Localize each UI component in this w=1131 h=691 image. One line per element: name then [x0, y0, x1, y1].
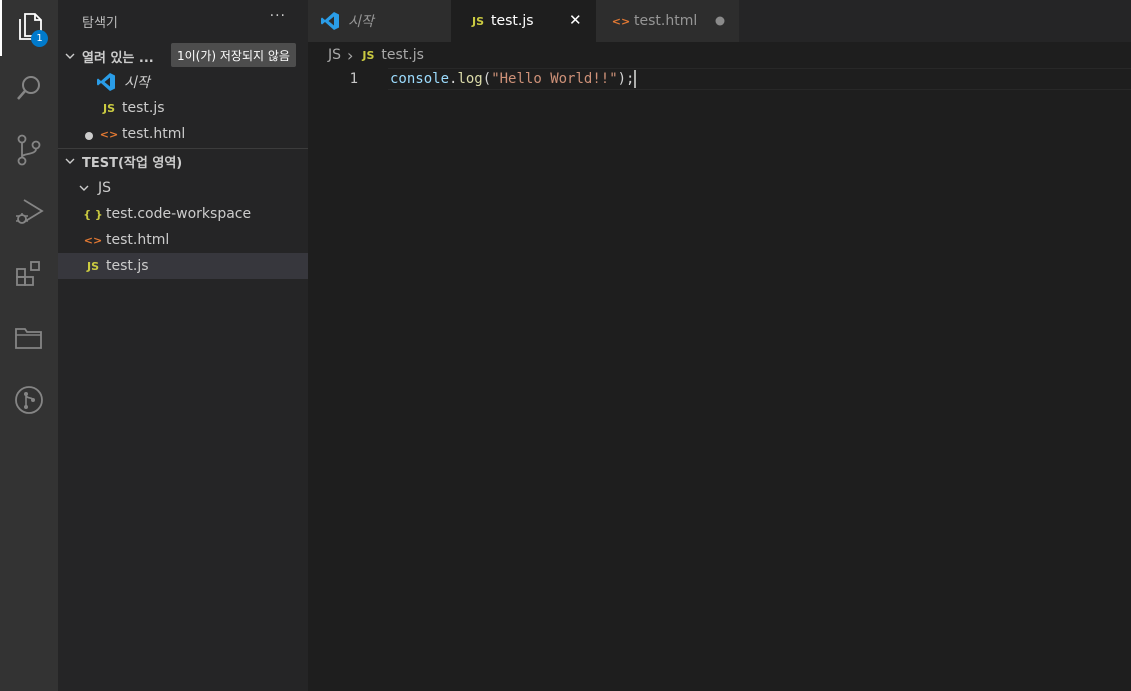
search-activity-button[interactable] [0, 62, 58, 118]
json-file-icon: { } [83, 207, 103, 221]
html-file-icon: <> [83, 233, 103, 247]
code-token-object: console [390, 71, 450, 87]
code-token-string: "Hello World!!" [491, 71, 618, 87]
tab-test-js[interactable]: JS test.js ✕ [451, 0, 596, 42]
open-editors-label: 열려 있는 ... [82, 50, 154, 66]
open-editor-label: 시작 [124, 75, 150, 91]
chevron-down-icon [62, 48, 78, 64]
open-editor-label: test.js [122, 100, 165, 116]
open-editor-item-start[interactable]: 시작 [58, 69, 308, 95]
run-debug-icon [14, 197, 44, 231]
breadcrumb: JS › JS test.js [308, 42, 1131, 68]
line-number: 1 [349, 71, 358, 87]
remote-explorer-activity-button[interactable] [0, 312, 58, 368]
code-line[interactable]: console.log("Hello World!!"); [390, 68, 637, 90]
chevron-down-icon [76, 180, 92, 196]
chevron-right-icon: › [347, 45, 354, 65]
source-control-activity-button[interactable] [0, 124, 58, 180]
file-label: test.js [106, 258, 149, 274]
open-editor-item-test-html[interactable]: <> test.html [58, 121, 308, 147]
file-item-test-html[interactable]: <> test.html [58, 227, 308, 253]
folder-item-js[interactable]: JS [58, 175, 308, 201]
html-file-icon: <> [611, 14, 631, 28]
unsaved-dot-icon[interactable] [715, 16, 725, 26]
chevron-down-icon [62, 153, 78, 169]
extensions-icon [14, 259, 44, 293]
workspace-header[interactable]: TEST(작업 영역) [58, 148, 308, 174]
tab-label: 시작 [348, 14, 374, 30]
more-actions-button[interactable]: ··· [270, 8, 286, 24]
open-editor-item-test-js[interactable]: JS test.js [58, 95, 308, 121]
editor-tab-bar: 시작 JS test.js ✕ <> test.html [308, 0, 1131, 42]
tab-label: test.html [634, 13, 698, 29]
remote-explorer-icon [14, 324, 44, 356]
git-graph-activity-button[interactable] [0, 374, 58, 430]
js-file-icon: JS [471, 14, 484, 28]
text-cursor [634, 70, 637, 88]
workspace-label: TEST(작업 영역) [82, 155, 183, 171]
file-item-test-js[interactable]: JS test.js [58, 253, 308, 279]
search-icon [15, 74, 43, 106]
file-item-test-code-workspace[interactable]: { } test.code-workspace [58, 201, 308, 227]
run-debug-activity-button[interactable] [0, 186, 58, 242]
sidebar-title: 탐색기 [82, 16, 118, 31]
html-file-icon: <> [99, 127, 119, 141]
activity-bar: 1 [0, 0, 58, 691]
js-file-icon: JS [86, 259, 99, 273]
unsaved-count-badge: 1이(가) 저장되지 않음 [171, 43, 296, 67]
explorer-sidebar: 탐색기 ··· 열려 있는 ... 1이(가) 저장되지 않음 시작 JS te… [58, 0, 308, 691]
explorer-badge: 1 [31, 30, 48, 47]
tab-start[interactable]: 시작 [308, 0, 451, 42]
close-icon[interactable]: ✕ [569, 11, 582, 29]
code-editor[interactable]: 1 console.log("Hello World!!"); [308, 68, 1131, 691]
source-control-icon [15, 134, 43, 170]
js-file-icon: JS [102, 101, 115, 115]
open-editor-label: test.html [122, 126, 186, 142]
file-label: test.code-workspace [106, 206, 252, 222]
vscode-logo-icon [96, 72, 118, 92]
tab-test-html[interactable]: <> test.html [596, 0, 739, 42]
code-token-paren-close: ); [617, 71, 635, 87]
extensions-activity-button[interactable] [0, 248, 58, 304]
unsaved-dot-icon [84, 129, 94, 140]
js-file-icon: JS [362, 48, 375, 62]
git-graph-icon [14, 385, 44, 419]
tab-label: test.js [491, 13, 534, 29]
breadcrumb-folder[interactable]: JS [328, 47, 341, 63]
folder-label: JS [98, 180, 112, 196]
code-token-function: log [457, 71, 483, 87]
explorer-activity-button[interactable]: 1 [0, 0, 58, 56]
code-token-paren-open: ( [482, 71, 492, 87]
breadcrumb-file[interactable]: test.js [381, 47, 424, 63]
vscode-logo-icon [320, 11, 340, 31]
file-label: test.html [106, 232, 170, 248]
